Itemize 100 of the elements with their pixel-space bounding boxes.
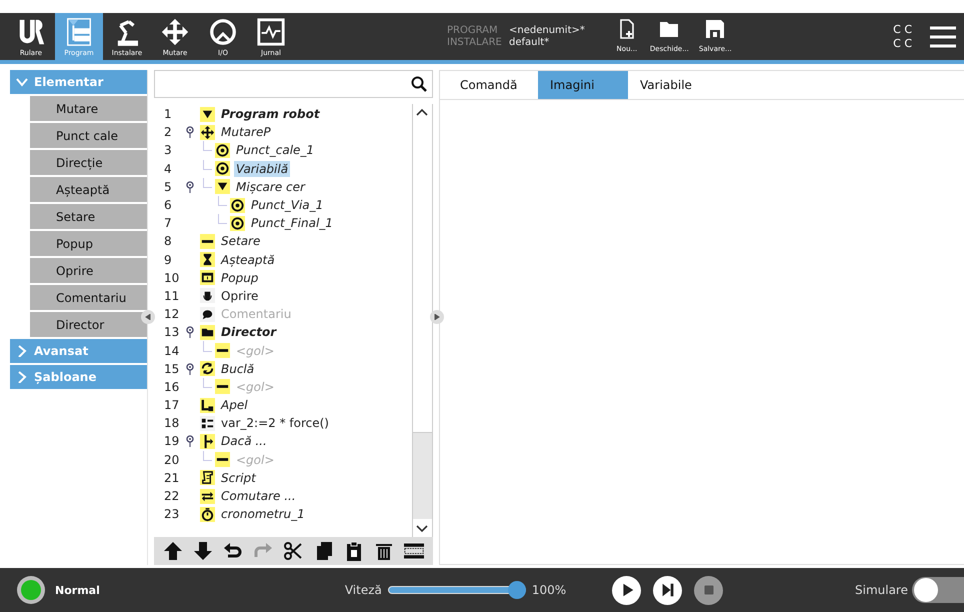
line-number: 4	[164, 162, 173, 176]
sidebar-item[interactable]: Popup	[30, 231, 147, 256]
line-number: 14	[164, 344, 180, 358]
collapse-pin-icon[interactable]	[186, 326, 194, 338]
line-number: 6	[164, 198, 173, 212]
set-node-icon	[215, 452, 230, 468]
timer-node-icon	[200, 506, 215, 522]
switch-node-icon	[200, 488, 215, 504]
sidebar-item[interactable]: Director	[30, 312, 147, 337]
comment-node-icon	[200, 306, 215, 322]
line-number: 22	[164, 489, 180, 504]
line-number: 8	[164, 234, 173, 248]
line-number: 10	[164, 270, 180, 285]
tree-node[interactable]: Așteaptă	[219, 252, 277, 268]
assign-node-icon	[200, 416, 215, 431]
play-button[interactable]	[612, 576, 642, 604]
sidebar-item[interactable]: Direcție	[30, 150, 147, 175]
set-node-icon	[215, 343, 230, 358]
tree-node[interactable]: Director	[219, 324, 278, 340]
slider-thumb[interactable]	[508, 581, 526, 599]
tree-node[interactable]: Buclă	[219, 360, 256, 377]
simulation-label: Simulare	[855, 583, 908, 597]
line-number: 18	[164, 416, 180, 430]
save-icon	[705, 19, 726, 39]
sidebar-item[interactable]: Comentariu	[30, 285, 147, 310]
sidebar-item[interactable]: Așteaptă	[30, 177, 147, 202]
line-number: 7	[164, 216, 173, 230]
sidebar-item[interactable]: Mutare	[30, 96, 147, 121]
line-number: 11	[164, 288, 180, 303]
halt-node-icon	[200, 288, 215, 304]
line-number: 2	[164, 125, 173, 140]
move-node-icon	[200, 124, 215, 140]
tree-node[interactable]: cronometru_1	[219, 506, 307, 522]
simulation-toggle[interactable]	[912, 577, 964, 603]
tree-node[interactable]: Apel	[219, 397, 250, 414]
if-node-icon	[200, 434, 215, 449]
wait-node-icon	[200, 252, 215, 268]
search-icon	[411, 76, 427, 92]
line-number: 23	[164, 507, 180, 522]
waypoint-node-icon	[230, 198, 245, 213]
collapse-handle-icon[interactable]	[141, 310, 155, 324]
step-button[interactable]	[653, 576, 682, 604]
panel-tab[interactable]: Comandă	[448, 71, 538, 99]
tree-node[interactable]: Variabilă	[234, 160, 290, 177]
arrow-down-icon[interactable]	[193, 541, 214, 561]
tree-node[interactable]: Mișcare cer	[234, 178, 307, 195]
file-info-value: default*	[509, 37, 550, 48]
speed-label: Viteză	[344, 583, 382, 597]
tree-node[interactable]: Setare	[219, 233, 262, 250]
chevron-down-icon	[16, 76, 28, 88]
popup-node-icon	[200, 270, 215, 286]
chart-icon	[256, 17, 286, 47]
four-arrows-icon	[160, 17, 190, 47]
search-field[interactable]	[154, 70, 433, 98]
call-node-icon	[200, 398, 215, 413]
indicator-text: C C	[893, 36, 912, 50]
chevron-right-icon	[16, 371, 28, 383]
line-number: 13	[164, 325, 180, 340]
tree-node[interactable]: Punct_Via_1	[249, 197, 326, 214]
tree-node[interactable]: Comutare ...	[219, 488, 298, 504]
collapse-pin-icon[interactable]	[186, 435, 194, 448]
tree-node[interactable]: Dacă ...	[219, 433, 269, 450]
suppress-icon[interactable]	[404, 541, 424, 561]
panel-tab[interactable]: Variabile	[628, 71, 718, 99]
set-node-icon	[215, 379, 230, 394]
speed-slider[interactable]	[388, 581, 526, 599]
tree-node[interactable]: Punct_Final_1	[249, 215, 335, 232]
tree-node[interactable]: Punct_cale_1	[234, 142, 316, 158]
file-info-value: <nedenumit>*	[509, 25, 585, 36]
sidebar-item[interactable]: Setare	[30, 204, 147, 229]
tree-node[interactable]: Script	[219, 470, 258, 486]
set-node-icon	[200, 234, 215, 249]
status-indicator[interactable]	[17, 576, 45, 604]
scrollbar-thumb[interactable]	[413, 122, 432, 433]
tree-node[interactable]: Popup	[219, 270, 260, 286]
tree-node[interactable]: var_2:=2 * force()	[219, 415, 331, 432]
line-number: 5	[164, 180, 173, 194]
line-number: 1	[164, 107, 173, 122]
line-number: 17	[164, 398, 180, 412]
sidebar-item[interactable]: Punct cale	[30, 123, 147, 148]
trash-icon[interactable]	[374, 541, 394, 561]
tree-list-icon	[64, 17, 94, 47]
gauge-icon	[208, 17, 238, 47]
script-node-icon	[200, 470, 215, 486]
collapse-pin-icon[interactable]	[186, 362, 194, 375]
expand-handle-icon[interactable]	[430, 310, 444, 324]
collapse-pin-icon[interactable]	[186, 126, 194, 138]
indicator-text: C C	[893, 22, 912, 36]
tree-node[interactable]: Program robot	[219, 106, 322, 122]
collapse-pin-icon[interactable]	[186, 180, 194, 193]
line-number: 9	[164, 252, 173, 267]
arrow-up-icon[interactable]	[163, 541, 184, 561]
line-number: 15	[164, 362, 180, 376]
tree-node[interactable]: MutareP	[219, 124, 273, 140]
folder-node-icon	[200, 324, 215, 340]
sidebar-item[interactable]: Oprire	[30, 258, 147, 283]
tree-node[interactable]: Oprire	[219, 288, 260, 304]
triangle-node-icon	[200, 106, 215, 122]
scissors-icon[interactable]	[283, 541, 304, 561]
panel-tab[interactable]: Imagini	[538, 71, 628, 99]
